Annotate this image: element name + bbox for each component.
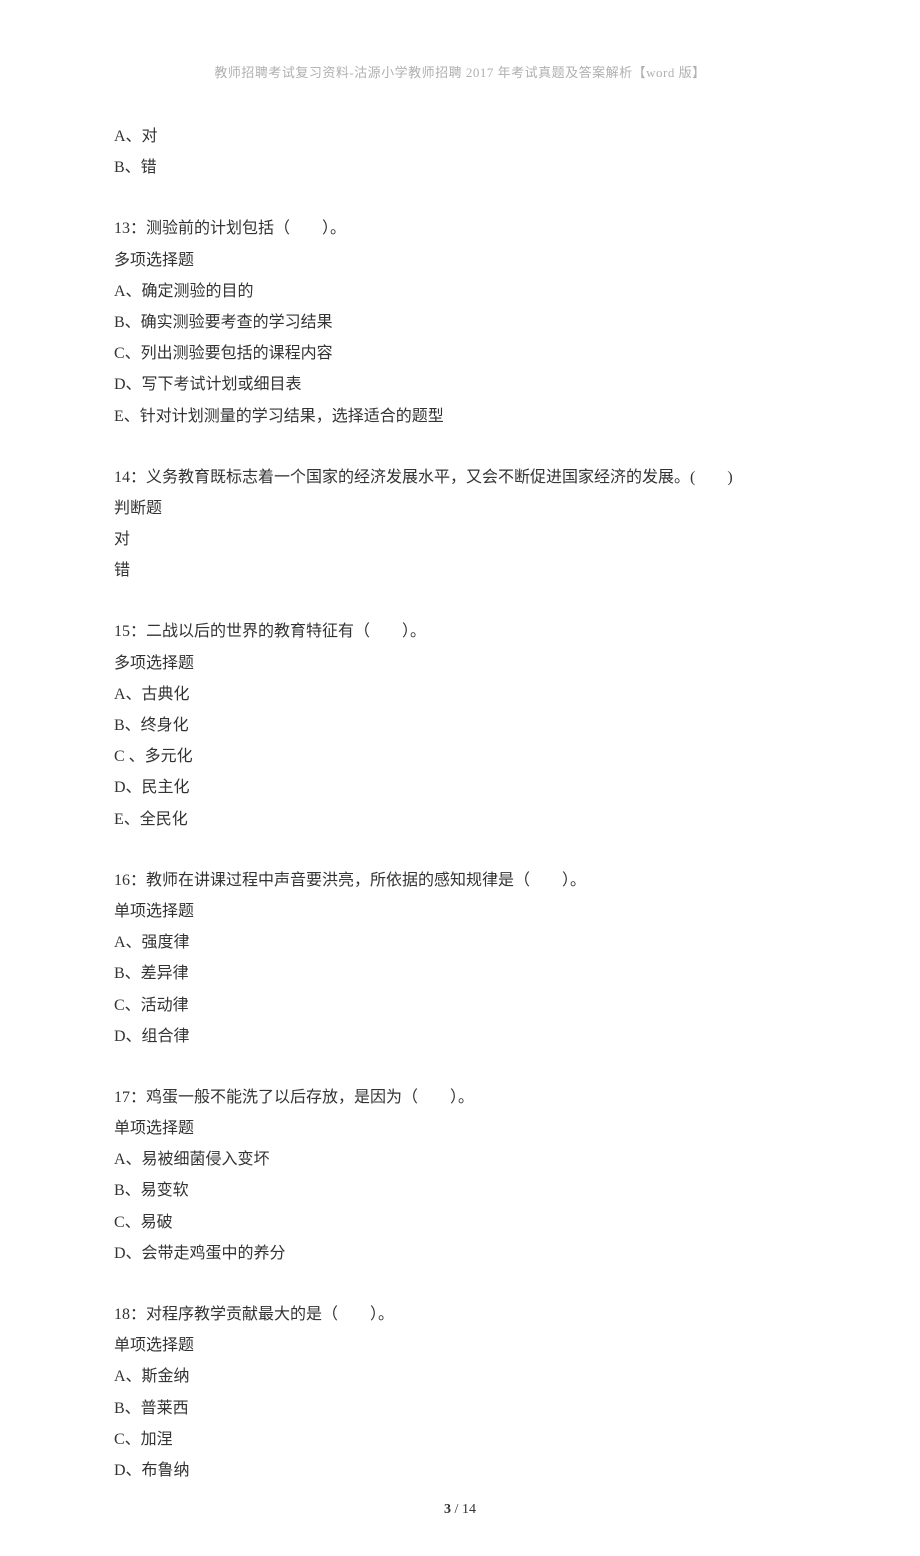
- option-b: B、错: [114, 152, 806, 183]
- content: A、对 B、错 13：测验前的计划包括（ ）。 多项选择题 A、确定测验的目的 …: [114, 121, 806, 1486]
- option-e: E、针对计划测量的学习结果，选择适合的题型: [114, 401, 806, 432]
- option-a: A、确定测验的目的: [114, 276, 806, 307]
- page-current: 3: [444, 1502, 451, 1517]
- page-footer: 3 / 14: [0, 1502, 920, 1518]
- option-a: A、斯金纳: [114, 1361, 806, 1392]
- option-a: A、对: [114, 121, 806, 152]
- question-14: 14：义务教育既标志着一个国家的经济发展水平，又会不断促进国家经济的发展。( )…: [114, 462, 806, 587]
- question-type: 判断题: [114, 493, 806, 524]
- question-type: 单项选择题: [114, 1113, 806, 1144]
- question-12-tail: A、对 B、错: [114, 121, 806, 183]
- option-b: B、易变软: [114, 1175, 806, 1206]
- page-header: 教师招聘考试复习资料-沽源小学教师招聘 2017 年考试真题及答案解析【word…: [114, 62, 806, 81]
- question-title: 15：二战以后的世界的教育特征有（ ）。: [114, 616, 806, 647]
- option-d: D、会带走鸡蛋中的养分: [114, 1238, 806, 1269]
- question-16: 16：教师在讲课过程中声音要洪亮，所依据的感知规律是（ ）。 单项选择题 A、强…: [114, 865, 806, 1052]
- question-type: 多项选择题: [114, 648, 806, 679]
- question-13: 13：测验前的计划包括（ ）。 多项选择题 A、确定测验的目的 B、确实测验要考…: [114, 213, 806, 431]
- question-type: 单项选择题: [114, 896, 806, 927]
- option-a: A、古典化: [114, 679, 806, 710]
- question-type: 多项选择题: [114, 245, 806, 276]
- option-e: E、全民化: [114, 804, 806, 835]
- page: 教师招聘考试复习资料-沽源小学教师招聘 2017 年考试真题及答案解析【word…: [0, 0, 920, 1556]
- option-false: 错: [114, 555, 806, 586]
- option-b: B、差异律: [114, 958, 806, 989]
- option-d: D、民主化: [114, 772, 806, 803]
- question-title: 17：鸡蛋一般不能洗了以后存放，是因为（ ）。: [114, 1082, 806, 1113]
- question-18: 18：对程序教学贡献最大的是（ ）。 单项选择题 A、斯金纳 B、普莱西 C、加…: [114, 1299, 806, 1486]
- question-type: 单项选择题: [114, 1330, 806, 1361]
- question-15: 15：二战以后的世界的教育特征有（ ）。 多项选择题 A、古典化 B、终身化 C…: [114, 616, 806, 834]
- page-total: 14: [462, 1502, 476, 1517]
- option-d: D、布鲁纳: [114, 1455, 806, 1486]
- page-sep: /: [451, 1502, 462, 1517]
- option-d: D、组合律: [114, 1021, 806, 1052]
- question-title: 18：对程序教学贡献最大的是（ ）。: [114, 1299, 806, 1330]
- option-c: C、列出测验要包括的课程内容: [114, 338, 806, 369]
- option-c: C、易破: [114, 1207, 806, 1238]
- option-a: A、强度律: [114, 927, 806, 958]
- option-c: C 、多元化: [114, 741, 806, 772]
- question-title: 16：教师在讲课过程中声音要洪亮，所依据的感知规律是（ ）。: [114, 865, 806, 896]
- option-a: A、易被细菌侵入变坏: [114, 1144, 806, 1175]
- option-c: C、活动律: [114, 990, 806, 1021]
- question-title: 13：测验前的计划包括（ ）。: [114, 213, 806, 244]
- option-b: B、普莱西: [114, 1393, 806, 1424]
- option-b: B、确实测验要考查的学习结果: [114, 307, 806, 338]
- option-true: 对: [114, 524, 806, 555]
- option-b: B、终身化: [114, 710, 806, 741]
- question-17: 17：鸡蛋一般不能洗了以后存放，是因为（ ）。 单项选择题 A、易被细菌侵入变坏…: [114, 1082, 806, 1269]
- option-c: C、加涅: [114, 1424, 806, 1455]
- question-title: 14：义务教育既标志着一个国家的经济发展水平，又会不断促进国家经济的发展。( ): [114, 462, 806, 493]
- option-d: D、写下考试计划或细目表: [114, 369, 806, 400]
